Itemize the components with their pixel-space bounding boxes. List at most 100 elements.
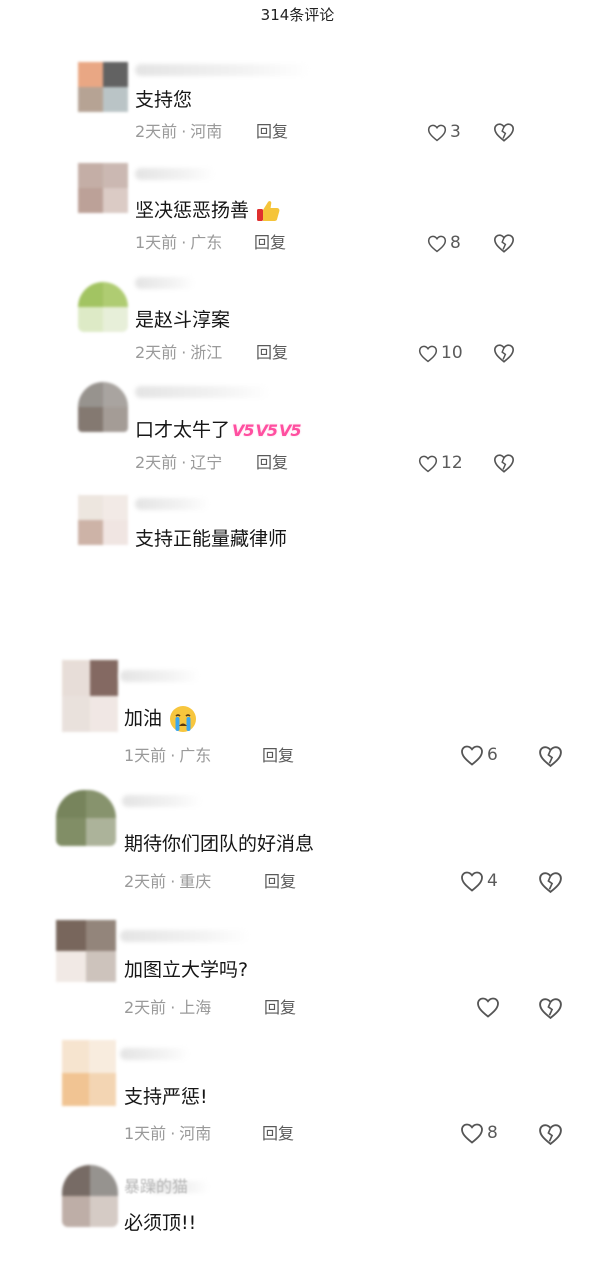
- like-count: 8: [487, 1123, 498, 1143]
- avatar[interactable]: [62, 1040, 116, 1106]
- reply-button[interactable]: 回复: [256, 342, 288, 364]
- comment-meta: 2天前 · 河南: [135, 122, 223, 141]
- comment-meta: 2天前 · 上海: [124, 998, 212, 1017]
- comment-meta: 1天前 · 广东: [124, 746, 212, 765]
- comment-username: 暴躁的猫: [124, 1177, 189, 1196]
- comment-text: 支持您: [135, 89, 193, 111]
- like-count: 8: [450, 233, 461, 253]
- reply-button[interactable]: 回复: [256, 121, 288, 143]
- username-redacted: [120, 1048, 190, 1060]
- v5-badge-icon: V5: [232, 421, 254, 440]
- avatar[interactable]: [78, 495, 128, 545]
- avatar[interactable]: [78, 62, 128, 112]
- comment-time: 1天前: [124, 1124, 167, 1143]
- like-button[interactable]: 8: [460, 1122, 498, 1144]
- avatar[interactable]: [56, 790, 116, 846]
- comment-time: 1天前: [135, 233, 178, 252]
- heart-outline-icon: [461, 871, 483, 892]
- comment-region: 上海: [179, 998, 212, 1017]
- comment-text: 支持正能量藏律师: [135, 528, 288, 550]
- like-button[interactable]: 3: [427, 121, 461, 143]
- username-redacted: [135, 64, 310, 76]
- comment-text: 期待你们团队的好消息: [124, 833, 315, 855]
- reply-button[interactable]: 回复: [262, 1123, 294, 1145]
- comment-text: 坚决惩恶扬善: [135, 198, 281, 224]
- heart-outline-icon: [418, 345, 438, 362]
- like-count: 3: [450, 122, 461, 142]
- comments-header: 314条评论: [0, 0, 595, 26]
- comment-region: 重庆: [179, 872, 212, 891]
- v5-badge-icon: V5: [255, 421, 278, 440]
- comment-region: 广东: [190, 233, 223, 252]
- username-redacted: [135, 386, 270, 398]
- avatar[interactable]: [62, 1165, 118, 1227]
- heart-outline-icon: [461, 1123, 483, 1144]
- like-button[interactable]: 8: [427, 232, 461, 254]
- like-count: 12: [441, 453, 463, 473]
- reply-button[interactable]: 回复: [256, 452, 288, 474]
- comment-text: 加油: [124, 704, 198, 734]
- username-redacted: [135, 498, 210, 510]
- v5-badge-icon: V5: [279, 421, 301, 440]
- comment-region: 浙江: [190, 343, 223, 362]
- comment-meta: 2天前 · 浙江: [135, 343, 223, 362]
- comment-time: 2天前: [135, 343, 178, 362]
- broken-heart-icon[interactable]: [538, 996, 563, 1020]
- comment-time: 1天前: [124, 746, 167, 765]
- broken-heart-icon[interactable]: [493, 342, 515, 364]
- like-button[interactable]: [476, 996, 503, 1018]
- comment-region: 广东: [179, 746, 212, 765]
- thumbs-up-emoji-icon: [257, 201, 280, 221]
- heart-outline-icon: [427, 235, 447, 252]
- avatar[interactable]: [56, 920, 116, 982]
- comment-text: 是赵斗淳案: [135, 309, 231, 331]
- like-button[interactable]: 6: [460, 744, 498, 766]
- broken-heart-icon[interactable]: [493, 121, 515, 143]
- comment-time: 2天前: [135, 122, 178, 141]
- username-redacted: [122, 795, 202, 807]
- like-button[interactable]: 10: [418, 342, 463, 364]
- comment-text: 必须顶!!: [124, 1212, 197, 1234]
- crying-face-emoji-icon: [170, 706, 197, 732]
- comment-meta: 2天前 · 重庆: [124, 872, 212, 891]
- avatar[interactable]: [78, 282, 128, 332]
- comment-meta: 2天前 · 辽宁: [135, 453, 223, 472]
- comment-meta: 1天前 · 广东: [135, 233, 223, 252]
- username-redacted: [135, 277, 195, 289]
- avatar[interactable]: [62, 660, 118, 732]
- reply-button[interactable]: 回复: [264, 997, 296, 1019]
- comment-time: 2天前: [135, 453, 178, 472]
- heart-outline-icon: [418, 455, 438, 472]
- broken-heart-icon[interactable]: [538, 870, 563, 894]
- comment-region: 辽宁: [190, 453, 223, 472]
- username-redacted: [135, 168, 215, 180]
- comment-meta: 1天前 · 河南: [124, 1124, 212, 1143]
- avatar[interactable]: [78, 382, 128, 432]
- heart-outline-icon: [477, 997, 499, 1018]
- like-count: 10: [441, 343, 463, 363]
- comment-text: 加图立大学吗?: [124, 959, 249, 981]
- comment-count-title: 314条评论: [260, 6, 335, 24]
- broken-heart-icon[interactable]: [538, 1122, 563, 1146]
- username-redacted: [120, 930, 250, 942]
- avatar[interactable]: [78, 163, 128, 213]
- heart-outline-icon: [427, 124, 447, 141]
- like-button[interactable]: 4: [460, 870, 498, 892]
- broken-heart-icon[interactable]: [493, 452, 515, 474]
- comment-text: 口才太牛了 V5 V5 V5: [135, 419, 302, 441]
- comment-time: 2天前: [124, 872, 167, 891]
- username-redacted: [120, 670, 200, 682]
- heart-outline-icon: [461, 745, 483, 766]
- reply-button[interactable]: 回复: [254, 232, 286, 254]
- comment-region: 河南: [190, 122, 223, 141]
- broken-heart-icon[interactable]: [538, 744, 563, 768]
- reply-button[interactable]: 回复: [262, 745, 294, 767]
- comment-time: 2天前: [124, 998, 167, 1017]
- reply-button[interactable]: 回复: [264, 871, 296, 893]
- comment-text: 支持严惩!: [124, 1086, 208, 1108]
- like-button[interactable]: 12: [418, 452, 463, 474]
- broken-heart-icon[interactable]: [493, 232, 515, 254]
- like-count: 6: [487, 745, 498, 765]
- comment-region: 河南: [179, 1124, 212, 1143]
- like-count: 4: [487, 871, 498, 891]
